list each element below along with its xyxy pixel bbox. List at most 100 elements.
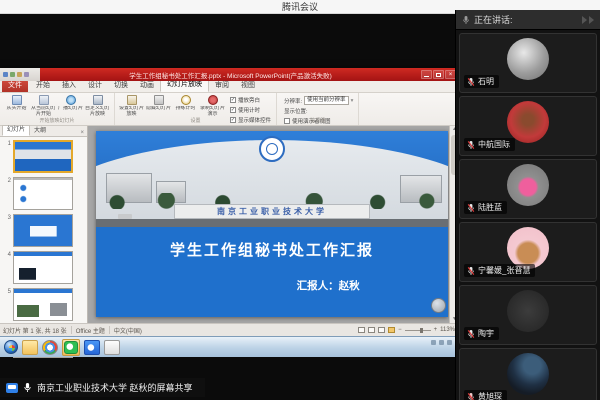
normal-view-icon[interactable] [358,327,365,333]
file-explorer-icon[interactable] [22,340,38,355]
current-slide[interactable]: 南京工业职业技术大学 学生工作组秘书处工作汇报 汇报人：赵秋 [96,131,448,317]
muted-mic-icon [467,329,475,339]
windows-taskbar [0,336,458,357]
tab-home[interactable]: 开始 [30,80,56,92]
tab-transitions[interactable]: 切换 [108,80,134,92]
ribbon-tab-strip: 文件 开始 插入 设计 切换 动画 幻灯片放映 审阅 视图 [0,81,458,93]
slide-title: 学生工作组秘书处工作汇报 [96,227,448,260]
start-slideshow-icon[interactable] [24,72,29,77]
tab-review[interactable]: 审阅 [209,80,235,92]
active-app-highlight[interactable] [62,339,80,356]
participant-tile[interactable]: 黄旭琛 [459,348,597,400]
pane-close-icon[interactable]: × [80,130,87,136]
from-current-slide-button[interactable]: 从当前幻灯片开始 [30,94,57,117]
participant-tile[interactable]: 宁馨媛_张晋慧 [459,222,597,282]
thumbnail-image [13,288,73,321]
play-narrations-checkbox[interactable]: ✓播放旁白 [230,96,271,104]
powerpoint-titlebar[interactable]: 学生工作组秘书处工作汇报.pptx - Microsoft PowerPoint… [0,68,458,81]
reading-view-icon[interactable] [378,327,385,333]
pane-tab-slides[interactable]: 幻灯片 [2,125,30,136]
show-on-row[interactable]: 显示位置: [284,107,353,115]
tab-view[interactable]: 视图 [235,80,261,92]
tray-icon[interactable] [431,340,436,345]
slide-text-section: 学生工作组秘书处工作汇报 汇报人：赵秋 [96,227,448,317]
language-status[interactable]: 中文(中国) [114,326,142,335]
speaking-panel: 正在讲话: 石明 中航国际 陆胜蓝 宁馨媛_张晋慧 陶宇 黄旭琛 [455,10,600,400]
custom-slideshow-icon [93,95,103,105]
chrome-icon[interactable] [42,340,58,355]
setup-slideshow-button[interactable]: 设置幻灯片放映 [118,94,145,117]
zoom-slider[interactable] [405,330,431,331]
save-icon[interactable] [3,72,8,77]
window-controls: × [421,70,458,79]
broadcast-slideshow-button[interactable]: 广播幻灯片 [57,94,84,112]
meeting-window-title: 腾讯会议 [282,2,318,12]
slide-thumbnail-3[interactable]: 3 [0,214,85,247]
slide-thumbnail-2[interactable]: 2 [0,177,85,210]
participant-tile[interactable]: 陶宇 [459,285,597,345]
dropdown-arrow-icon: ▾ [351,98,354,104]
thumbnail-image [13,214,73,247]
participant-name: 黄旭琛 [478,391,502,400]
tab-file[interactable]: 文件 [2,80,28,92]
slide-photo-section: 南京工业职业技术大学 [96,131,448,227]
muted-mic-icon [467,203,475,213]
share-bar-text: 南京工业职业技术大学 赵秋的屏幕共享 [37,381,193,394]
slide-presenter: 汇报人：赵秋 [297,278,448,293]
tab-insert[interactable]: 插入 [56,80,82,92]
minimize-button[interactable] [421,70,432,79]
pane-tabs: 幻灯片 大纲 × [0,126,87,137]
wechat-icon[interactable] [64,341,78,354]
slideshow-view-icon[interactable] [388,327,395,333]
university-emblem-icon [259,136,285,162]
screen-share-icon [6,383,18,393]
participant-name: 中航国际 [478,139,510,150]
muted-mic-icon [467,266,475,276]
tencent-meeting-icon[interactable] [84,340,100,355]
pane-tab-outline[interactable]: 大纲 [30,127,50,136]
slide-count-status: 幻灯片 第 1 张, 共 18 张 [3,326,67,335]
system-tray[interactable] [431,340,452,345]
resolution-dropdown[interactable]: 使用当前分辨率 [304,96,349,105]
redo-icon[interactable] [17,72,22,77]
checkbox-checked-icon: ✓ [230,97,236,103]
tray-icon[interactable] [439,340,444,345]
maximize-button[interactable] [433,70,444,79]
slide-thumbnail-4[interactable]: 4 [0,251,85,284]
thumbnail-image [13,251,73,284]
tab-design[interactable]: 设计 [82,80,108,92]
parked-car [118,214,132,219]
participant-tile[interactable]: 中航国际 [459,96,597,156]
zoom-in-icon[interactable]: + [434,327,438,333]
record-slideshow-button[interactable]: 录制幻灯片演示 [199,94,226,117]
from-beginning-button[interactable]: 从头开始 [3,94,30,112]
undo-icon[interactable] [10,72,15,77]
avatar [507,101,549,143]
gate-name-text: 南京工业职业技术大学 [217,206,327,217]
custom-slideshow-button[interactable]: 自定义幻灯片放映 [84,94,111,117]
start-button[interactable] [4,340,18,354]
tray-icon[interactable] [447,340,452,345]
rehearse-timings-button[interactable]: 排练计时 [172,94,199,112]
avatar [507,38,549,80]
quick-access-toolbar [0,68,40,81]
zoom-level[interactable]: 113% [440,327,455,333]
collapse-panel-icon[interactable] [582,16,594,24]
rehearse-timings-icon [181,95,191,105]
powerpoint-taskbar-icon[interactable] [104,340,120,355]
share-mic-icon [23,382,32,393]
hide-slide-button[interactable]: 隐藏幻灯片 [145,94,172,112]
slide-thumbnail-5[interactable]: 5 [0,288,85,321]
participant-tile[interactable]: 陆胜蓝 [459,159,597,219]
floating-ball[interactable] [431,298,446,313]
participant-tile[interactable]: 石明 [459,33,597,93]
slide-thumbnail-1[interactable]: 1 [0,140,85,173]
ribbon-group-monitors: 分辨率: 使用当前分辨率 ▾ 显示位置: 使用演示者视图 监视器 [277,93,359,125]
use-timings-checkbox[interactable]: ✓使用计时 [230,106,271,114]
muted-mic-icon [467,77,475,87]
tab-animations[interactable]: 动画 [134,80,160,92]
zoom-slider-thumb[interactable] [420,328,423,333]
slide-sorter-view-icon[interactable] [368,327,375,333]
zoom-out-icon[interactable]: − [398,327,402,333]
resolution-row: 分辨率: 使用当前分辨率 ▾ [284,96,353,105]
